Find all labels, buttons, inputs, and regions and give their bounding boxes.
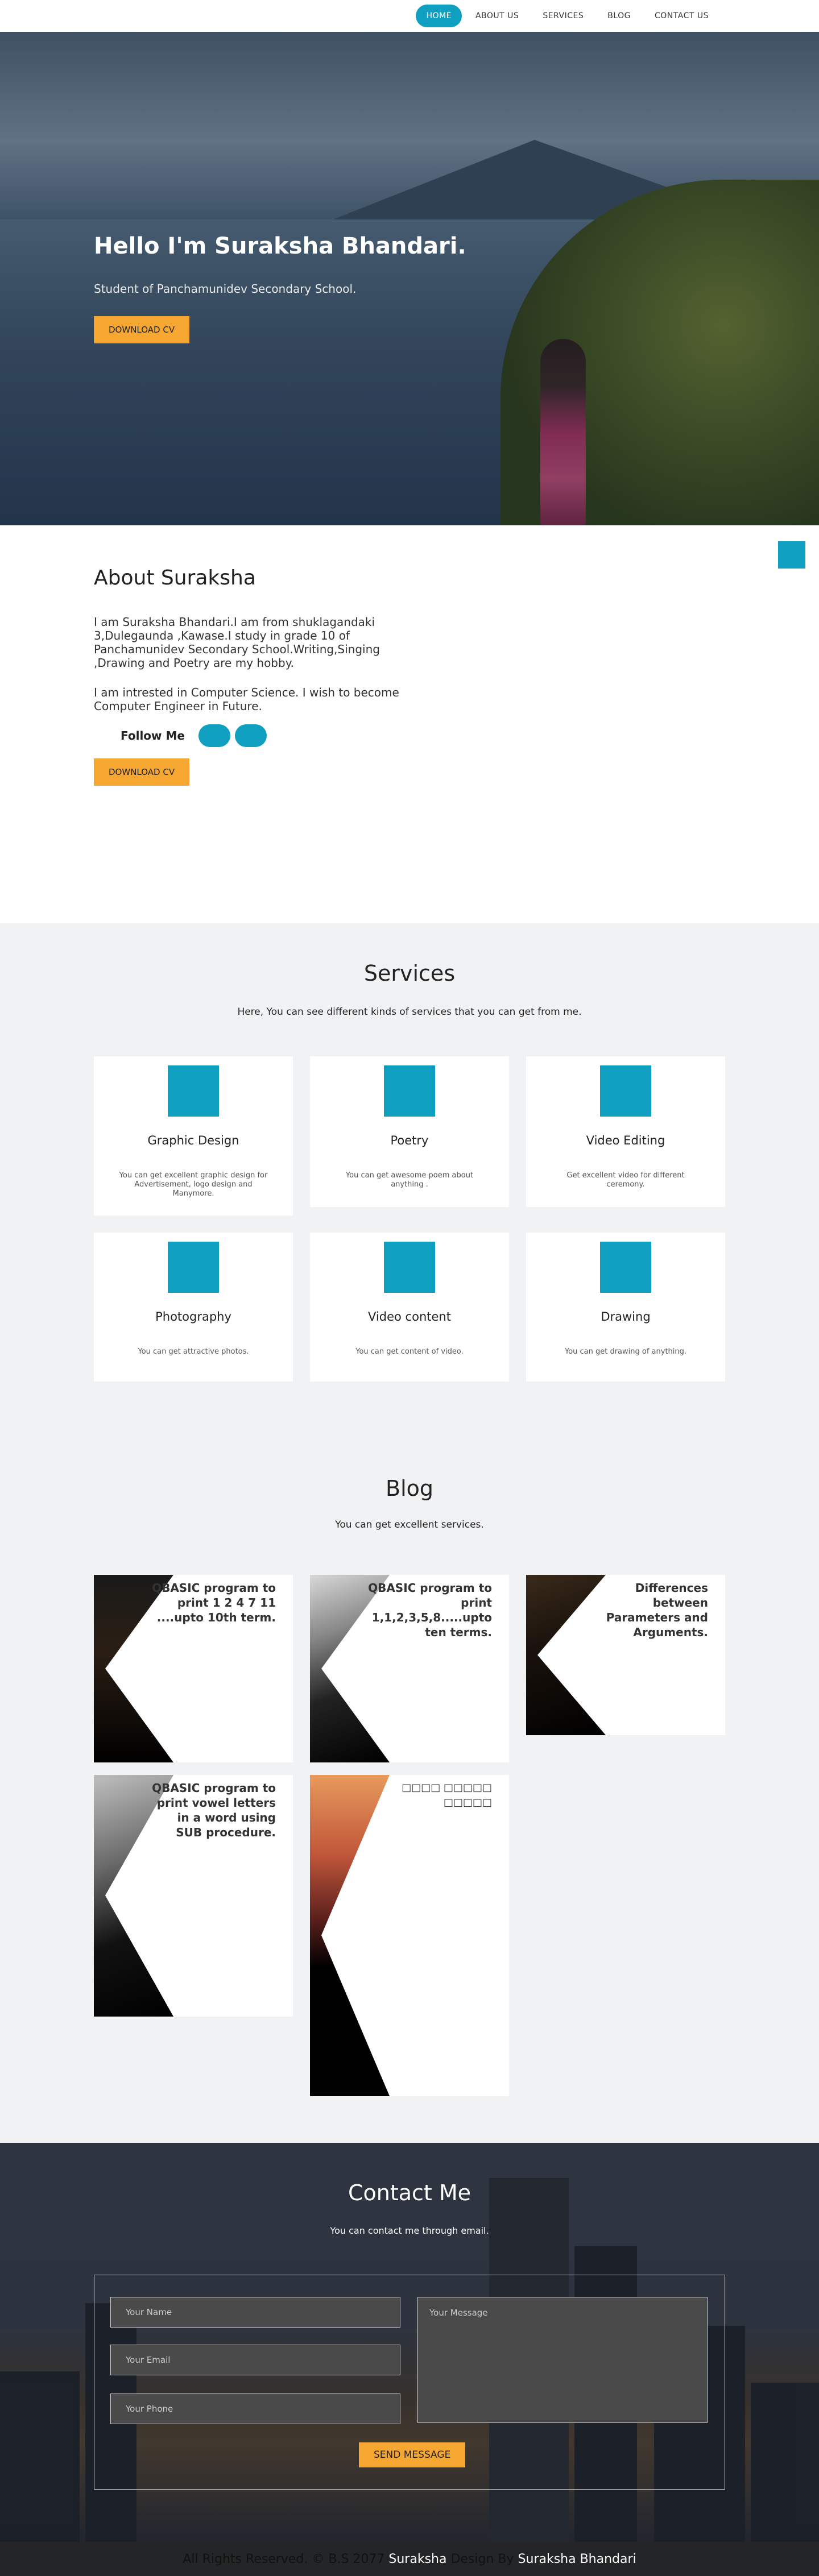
contact-section: Contact Me You can contact me through em… [0, 2143, 819, 2542]
blog-post-card[interactable]: □□□□ □□□□□ □□□□□ [310, 1775, 509, 2096]
service-title: Graphic Design [147, 1134, 239, 1147]
facebook-icon[interactable] [198, 724, 230, 747]
service-card[interactable]: Poetry You can get awesome poem about an… [310, 1056, 509, 1207]
nav-item-contact-us[interactable]: CONTACT US [644, 5, 719, 27]
nav-item-blog[interactable]: BLOG [597, 5, 641, 27]
camera-icon [168, 1242, 219, 1293]
nav-item-home[interactable]: HOME [416, 5, 462, 27]
services-title: Services [363, 961, 456, 986]
service-card[interactable]: Video content You can get content of vid… [310, 1233, 509, 1382]
services-section: Services Here, You can see different kin… [0, 923, 819, 1435]
blog-title: Blog [386, 1476, 433, 1501]
side-menu-icon[interactable] [778, 541, 805, 569]
hero-section: Hello I'm Suraksha Bhandari. Student of … [0, 32, 819, 525]
follow-me-row: Follow Me [121, 724, 271, 747]
service-description: You can get attractive photos. [138, 1347, 249, 1356]
blog-section: Blog You can get excellent services. QBA… [0, 1435, 819, 2143]
footer-designer-link[interactable]: Suraksha Bhandari [518, 2552, 636, 2566]
hero-download-cv-button[interactable]: DOWNLOAD CV [94, 316, 190, 343]
footer-name-link[interactable]: Suraksha [388, 2552, 446, 2566]
contact-title: Contact Me [348, 2180, 471, 2205]
graphic-design-icon [168, 1065, 219, 1117]
footer-design-by: Design By [450, 2552, 514, 2566]
blog-subtitle: You can get excellent services. [335, 1519, 484, 1530]
service-title: Video Editing [586, 1134, 665, 1147]
message-field[interactable]: Your Message [417, 2297, 708, 2423]
blog-post-title: QBASIC program to print 1,1,2,3,5,8.....… [368, 1581, 492, 1639]
contact-form: Your Name Your Email Your Phone Your Mes… [94, 2275, 725, 2490]
service-description: You can get content of video. [355, 1347, 464, 1356]
drawing-icon [600, 1242, 651, 1293]
blog-post-card[interactable]: QBASIC program to print 1,1,2,3,5,8.....… [310, 1575, 509, 1762]
service-card[interactable]: Drawing You can get drawing of anything. [526, 1233, 725, 1382]
video-editing-icon [600, 1065, 651, 1117]
hero-content: Hello I'm Suraksha Bhandari. Student of … [94, 233, 466, 343]
blog-post-title: QBASIC program to print 1 2 4 7 11 ....u… [152, 1581, 276, 1624]
footer-copyright: All Rights Reserved. © B.S 2077 [183, 2552, 385, 2566]
hero-title: Hello I'm Suraksha Bhandari. [94, 233, 466, 259]
about-title: About Suraksha [94, 566, 256, 590]
nav-item-about-us[interactable]: ABOUT US [465, 5, 529, 27]
service-title: Video content [368, 1310, 451, 1324]
instagram-icon[interactable] [234, 724, 267, 747]
service-card[interactable]: Graphic Design You can get excellent gra… [94, 1056, 293, 1216]
footer: All Rights Reserved. © B.S 2077 Suraksha… [0, 2542, 819, 2576]
poetry-icon [384, 1065, 435, 1117]
blog-post-title: QBASIC program to print vowel letters in… [152, 1781, 276, 1839]
services-subtitle: Here, You can see different kinds of ser… [237, 1006, 582, 1018]
name-field[interactable]: Your Name [110, 2297, 400, 2328]
service-description: Get excellent video for different ceremo… [566, 1171, 685, 1189]
blog-post-card[interactable]: Differences between Parameters and Argum… [526, 1575, 725, 1735]
blog-post-card[interactable]: QBASIC program to print 1 2 4 7 11 ....u… [94, 1575, 293, 1762]
service-title: Poetry [390, 1134, 429, 1147]
about-text: I am Suraksha Bhandari.I am from shuklag… [94, 615, 401, 713]
service-title: Photography [155, 1310, 231, 1324]
service-description: You can get drawing of anything. [564, 1347, 687, 1356]
phone-field[interactable]: Your Phone [110, 2394, 400, 2424]
follow-me-label: Follow Me [121, 729, 185, 742]
service-card[interactable]: Video Editing Get excellent video for di… [526, 1056, 725, 1207]
thumbnail-arrow-shape [321, 1775, 390, 2096]
top-navigation: HOME ABOUT US SERVICES BLOG CONTACT US [0, 0, 819, 32]
about-paragraph-2: I am intrested in Computer Science. I wi… [94, 686, 399, 713]
service-card[interactable]: Photography You can get attractive photo… [94, 1233, 293, 1382]
nav-item-services[interactable]: SERVICES [532, 5, 594, 27]
send-message-button[interactable]: SEND MESSAGE [359, 2442, 466, 2467]
blog-post-title: □□□□ □□□□□ □□□□□ [402, 1782, 492, 1808]
about-section: About Suraksha I am Suraksha Bhandari.I … [0, 525, 819, 923]
video-content-icon [384, 1242, 435, 1293]
service-description: You can get awesome poem about anything … [345, 1171, 474, 1189]
service-description: You can get excellent graphic design for… [119, 1171, 268, 1198]
blog-post-title: Differences between Parameters and Argum… [606, 1581, 708, 1639]
email-field[interactable]: Your Email [110, 2345, 400, 2375]
about-paragraph-1: I am Suraksha Bhandari.I am from shuklag… [94, 615, 380, 670]
service-title: Drawing [601, 1310, 651, 1324]
blog-post-card[interactable]: QBASIC program to print vowel letters in… [94, 1775, 293, 2017]
contact-subtitle: You can contact me through email. [330, 2225, 489, 2236]
about-download-cv-button[interactable]: DOWNLOAD CV [94, 758, 190, 786]
hero-subtitle: Student of Panchamunidev Secondary Schoo… [94, 282, 357, 296]
